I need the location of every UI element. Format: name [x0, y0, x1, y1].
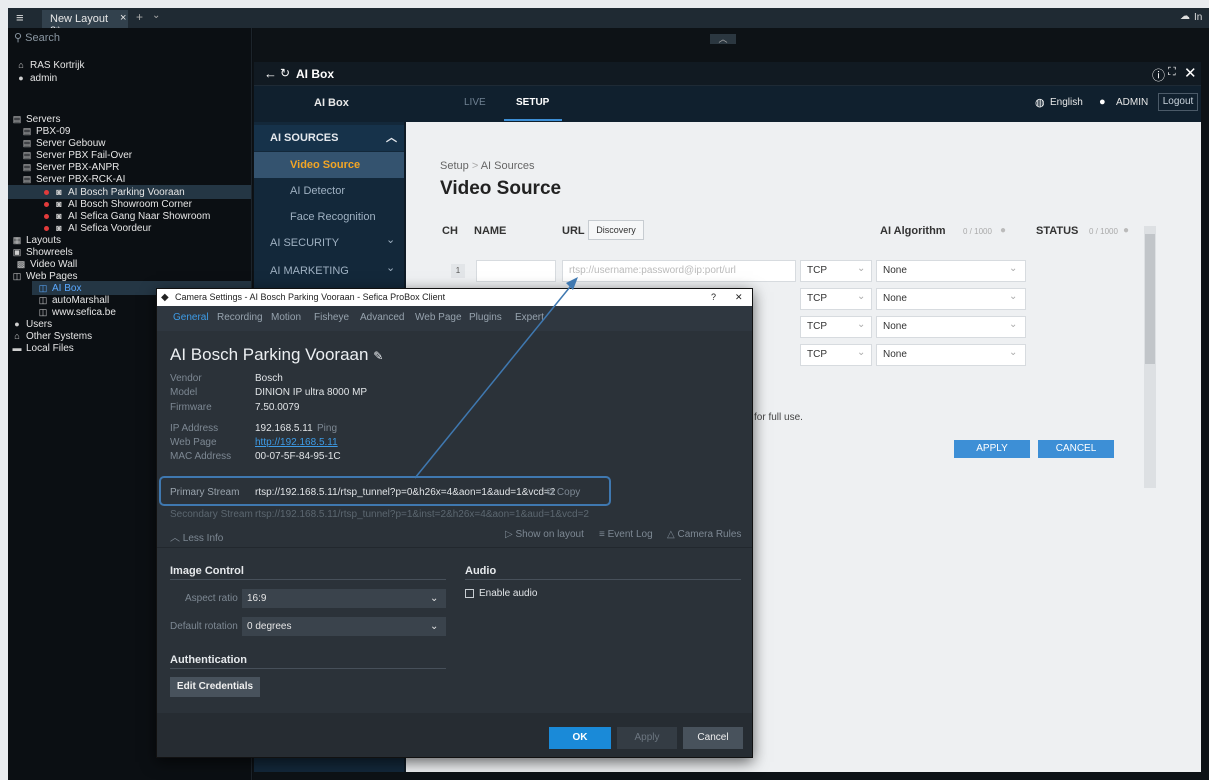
annotation-arrow [414, 277, 578, 479]
arrow-line [414, 281, 575, 479]
arrow-head [566, 277, 578, 290]
